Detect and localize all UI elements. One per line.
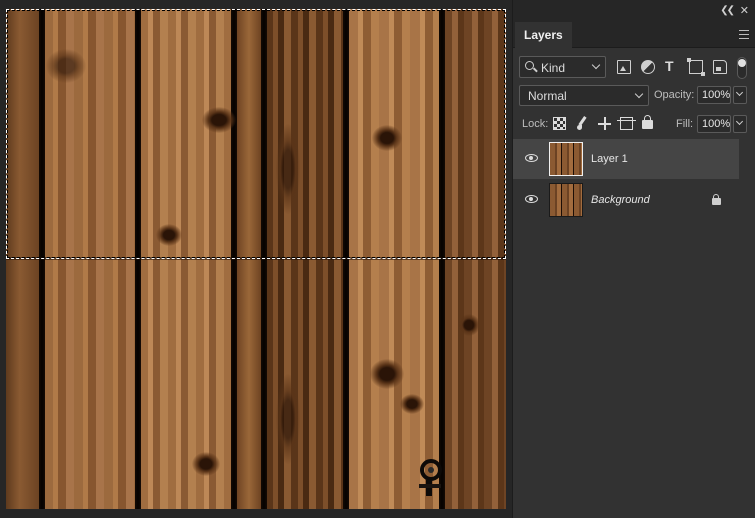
fill-slider-button[interactable] — [733, 115, 747, 133]
opacity-value: 100% — [702, 89, 731, 101]
layer-row-layer-1[interactable]: Layer 1 — [513, 139, 739, 179]
blend-mode-dropdown[interactable]: Normal — [519, 85, 649, 106]
wood-planks-image[interactable] — [6, 9, 506, 509]
wood-knot — [372, 125, 402, 151]
metal-latch — [419, 459, 442, 496]
layer-name[interactable]: Layer 1 — [591, 153, 628, 165]
layer-row-background[interactable]: Background — [513, 180, 739, 220]
blend-mode-value: Normal — [528, 89, 567, 103]
lock-all-icon[interactable] — [642, 115, 653, 129]
panel-tab-bar: Layers — [513, 22, 755, 48]
lock-image-pixels-icon[interactable] — [576, 117, 589, 130]
wood-knot — [192, 452, 220, 476]
filter-kind-dropdown[interactable]: Kind — [519, 56, 606, 78]
search-icon — [525, 61, 534, 70]
chevron-down-icon — [735, 88, 744, 97]
tile-seam — [6, 257, 506, 260]
close-icon[interactable]: ✕ — [740, 4, 749, 17]
layers-panel: ❮❮ ✕ Layers Kind T Normal Opacity: 100% — [512, 0, 755, 518]
lock-icon — [712, 194, 721, 205]
lock-artboard-icon[interactable] — [617, 117, 636, 130]
opacity-input[interactable]: 100% — [697, 86, 731, 104]
fill-value: 100% — [702, 118, 731, 130]
filter-toggle-switch[interactable] — [737, 57, 747, 79]
chevron-down-icon — [735, 117, 744, 126]
eye-icon[interactable] — [525, 154, 538, 162]
chevron-down-icon — [591, 60, 601, 70]
opacity-label: Opacity: — [654, 89, 695, 101]
type-filter-icon[interactable]: T — [665, 59, 679, 73]
adjustment-filter-icon[interactable] — [641, 60, 655, 74]
wood-knot — [46, 49, 86, 83]
filter-kind-value: Kind — [541, 61, 566, 75]
smart-object-filter-icon[interactable] — [713, 60, 727, 74]
wood-knot — [276, 124, 300, 214]
layer-name[interactable]: Background — [591, 194, 650, 206]
fill-label: Fill: — [676, 118, 694, 130]
fill-input[interactable]: 100% — [697, 115, 731, 133]
lock-label: Lock: — [522, 118, 549, 130]
layer-thumbnail — [549, 183, 583, 217]
wood-knot — [458, 314, 480, 336]
layer-thumbnail — [549, 142, 583, 176]
eye-icon[interactable] — [525, 195, 538, 203]
lock-position-icon[interactable] — [598, 117, 611, 130]
lock-transparent-pixels-icon[interactable] — [553, 117, 566, 130]
wood-knot — [370, 359, 404, 389]
wood-knot — [276, 374, 300, 464]
blend-mode-row: Normal Opacity: 100% — [513, 85, 755, 107]
image-filter-icon[interactable] — [617, 60, 631, 74]
chevron-down-icon — [634, 89, 644, 99]
panel-dock-bar: ❮❮ ✕ — [513, 0, 755, 22]
wood-knot — [400, 394, 424, 414]
panel-menu-icon[interactable] — [739, 30, 749, 39]
lock-row: Lock: Fill: 100% — [513, 113, 755, 135]
opacity-slider-button[interactable] — [733, 86, 747, 104]
document-canvas-area[interactable] — [0, 0, 512, 518]
shape-filter-icon[interactable] — [687, 58, 705, 76]
layer-filter-row: Kind T — [513, 56, 755, 80]
wood-knot — [202, 107, 236, 133]
wood-knot — [156, 224, 182, 246]
tab-layers[interactable]: Layers — [515, 22, 572, 48]
collapse-panels-icon[interactable]: ❮❮ — [720, 5, 735, 16]
